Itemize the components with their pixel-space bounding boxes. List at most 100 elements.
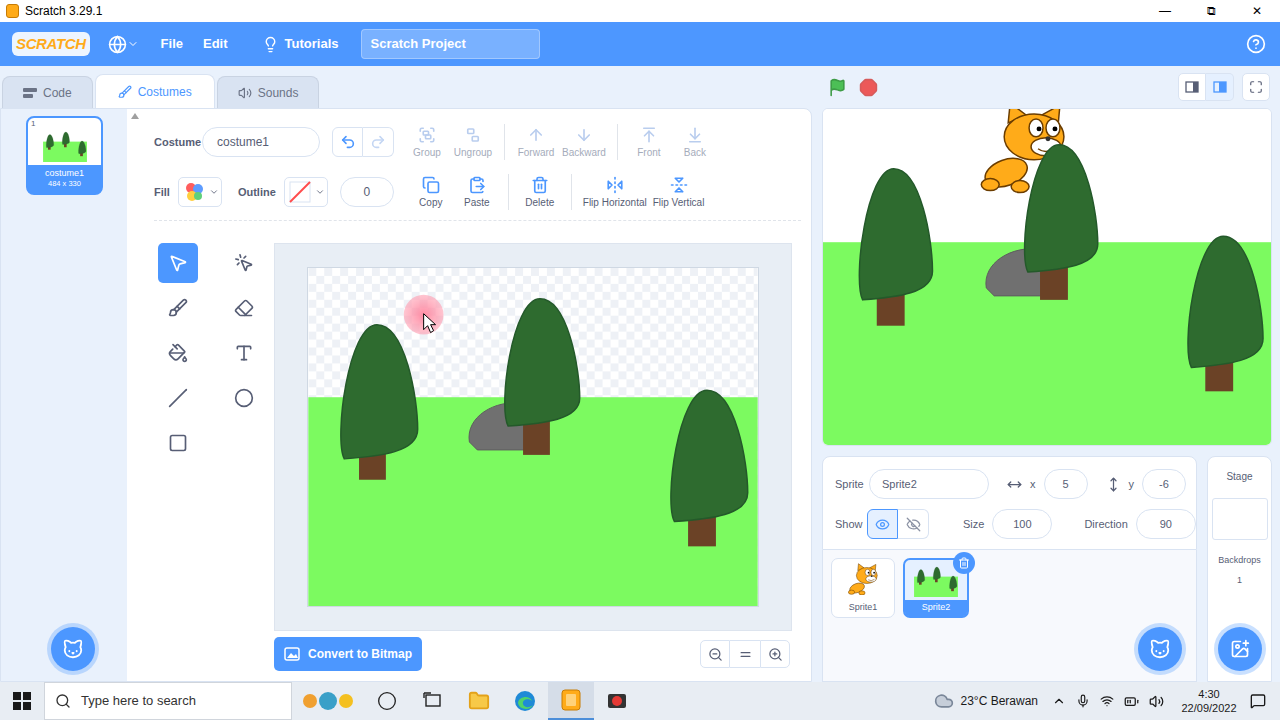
tree (78, 141, 85, 156)
tool-button[interactable] (224, 378, 264, 418)
scratch-logo[interactable]: SCRATCH (12, 32, 90, 57)
tree (46, 135, 53, 150)
add-sprite-button[interactable] (1138, 627, 1182, 671)
window-control[interactable]: ✕ (1234, 0, 1280, 22)
action-icon (468, 176, 486, 194)
tool-icon (234, 253, 254, 273)
tool-icon (168, 343, 188, 363)
add-backdrop-button[interactable] (1218, 627, 1262, 671)
tool-button[interactable] (158, 243, 198, 283)
action-button: Backward (559, 126, 609, 159)
tool-icon (168, 298, 188, 318)
sprite-tile[interactable]: Sprite2 (903, 558, 969, 618)
scratch-window: Scratch 3.29.1—⧉✕SCRATCHFileEditTutorial… (0, 0, 1280, 720)
taskbar-app[interactable] (594, 682, 640, 720)
action-icon (686, 126, 704, 144)
window-control[interactable]: ⧉ (1188, 0, 1234, 22)
cortana-icon (377, 691, 397, 711)
direction-input[interactable]: 90 (1136, 509, 1196, 539)
tool-button[interactable] (224, 288, 264, 328)
taskbar-search[interactable]: Type here to search (44, 682, 292, 720)
notifications-icon[interactable] (1250, 693, 1266, 709)
tree (917, 569, 924, 584)
zoom-out-icon (708, 647, 723, 662)
tray-expand-icon[interactable] (1052, 694, 1066, 708)
drawing-canvas[interactable] (307, 267, 759, 607)
menu-item[interactable]: Edit (203, 34, 228, 54)
fullscreen-button[interactable] (1242, 73, 1270, 101)
tab[interactable]: Sounds (217, 76, 320, 108)
action-button: Forward (513, 126, 559, 159)
stop-icon[interactable] (859, 78, 878, 97)
action-button: Back (672, 126, 718, 159)
outline-color-picker[interactable] (284, 177, 328, 207)
tool-button[interactable] (224, 333, 264, 373)
taskbar-app[interactable] (548, 682, 594, 720)
zoom-reset-button[interactable] (730, 640, 760, 668)
show-button[interactable] (867, 509, 898, 539)
costume-name-input[interactable]: costume1 (202, 127, 320, 157)
taskbar-app[interactable] (364, 682, 410, 720)
tool-icon (168, 253, 188, 273)
zoom-controls (700, 640, 790, 668)
project-title-input[interactable]: Scratch Project (361, 29, 540, 59)
equal-icon (738, 647, 753, 662)
tool-button[interactable] (158, 423, 198, 463)
cursor-icon (424, 314, 436, 333)
undo-button[interactable] (332, 127, 363, 157)
small-stage-button[interactable] (1178, 73, 1206, 101)
action-button[interactable]: Flip Horizontal (580, 176, 650, 209)
hide-button[interactable] (898, 509, 929, 539)
zoom-out-button[interactable] (700, 640, 730, 668)
action-button[interactable]: Copy (408, 176, 454, 209)
sprite-name-input[interactable]: Sprite2 (869, 469, 989, 499)
outline-width-input[interactable]: 0 (340, 177, 394, 207)
zoom-in-button[interactable] (760, 640, 790, 668)
x-position-icon (1007, 477, 1022, 492)
menu-item[interactable]: File (161, 34, 183, 54)
tool-button[interactable] (224, 243, 264, 283)
bitmap-icon (284, 647, 300, 661)
y-input[interactable]: -6 (1142, 469, 1186, 499)
code-icon (23, 88, 37, 98)
window-control[interactable]: — (1142, 0, 1188, 22)
tab[interactable]: Code (2, 76, 93, 108)
chevron-icon (209, 187, 219, 197)
app-icon (6, 4, 19, 18)
add-costume-button[interactable] (51, 627, 95, 671)
clock[interactable]: 4:3022/09/2022 (1176, 687, 1242, 715)
search-icon (55, 693, 71, 709)
costume-tile[interactable]: 1costume1484 x 330 (26, 116, 103, 195)
x-input[interactable]: 5 (1044, 469, 1088, 499)
cat-icon (62, 638, 84, 660)
action-icon (606, 176, 624, 194)
windows-start-icon[interactable] (13, 692, 31, 710)
green-flag-icon[interactable] (828, 78, 847, 97)
taskbar-app[interactable] (502, 682, 548, 720)
sprite-tile[interactable]: Sprite1 (831, 558, 895, 618)
taskbar-app[interactable] (410, 682, 456, 720)
action-button[interactable]: Flip Vertical (650, 176, 708, 209)
fill-color-picker[interactable] (178, 177, 222, 207)
stage-header (822, 66, 1272, 108)
help-icon[interactable] (1246, 34, 1266, 54)
tutorials-button[interactable]: Tutorials (262, 34, 339, 54)
stage-target-panel[interactable]: StageBackdrops1 (1207, 456, 1272, 682)
speaker-icon (238, 86, 252, 100)
tab[interactable]: Costumes (95, 74, 215, 108)
costume-list: 1costume1484 x 330 (1, 109, 127, 681)
convert-to-bitmap-button[interactable]: Convert to Bitmap (274, 637, 422, 671)
taskbar-app[interactable] (456, 682, 502, 720)
size-input[interactable]: 100 (992, 509, 1052, 539)
language-menu[interactable] (108, 35, 139, 54)
action-button[interactable]: Delete (517, 176, 563, 209)
eye-icon (875, 517, 890, 532)
battery-icon (1124, 694, 1139, 709)
tool-button[interactable] (158, 378, 198, 418)
tool-button[interactable] (158, 288, 198, 328)
costume-thumbnail (43, 129, 87, 162)
delete-sprite-button[interactable] (953, 552, 975, 574)
tool-button[interactable] (158, 333, 198, 373)
action-button[interactable]: Paste (454, 176, 500, 209)
normal-stage-button[interactable] (1206, 73, 1234, 101)
